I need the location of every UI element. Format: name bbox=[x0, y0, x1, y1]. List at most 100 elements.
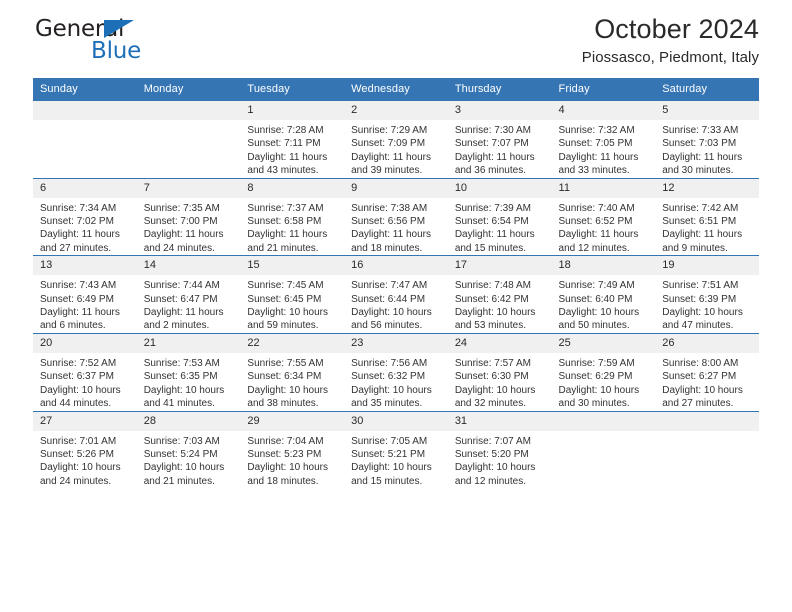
calendar-day-cell[interactable]: 5 Sunrise: 7:33 AM Sunset: 7:03 PM Daylight… bbox=[655, 100, 759, 179]
daylight-text: and 12 minutes. bbox=[558, 242, 630, 254]
calendar-day-cell[interactable]: 22 Sunrise: 7:55 AM Sunset: 6:34 PM Dayligh… bbox=[240, 332, 345, 411]
calendar-day-cell-empty bbox=[551, 410, 656, 489]
calendar-day-cell[interactable]: 24 Sunrise: 7:57 AM Sunset: 6:30 PM Dayligh… bbox=[447, 332, 552, 411]
calendar-day-cell[interactable]: 9 Sunrise: 7:38 AM Sunset: 6:56 PM Daylight… bbox=[344, 177, 448, 256]
calendar-day-cell[interactable]: 17 Sunrise: 7:48 AM Sunset: 6:42 PM Dayligh… bbox=[447, 255, 552, 334]
sunrise-text: Sunrise: 7:30 AM bbox=[454, 125, 531, 136]
sunrise-text: Sunrise: 7:56 AM bbox=[351, 357, 428, 369]
logo-text-blue: Blue bbox=[91, 38, 142, 64]
daylight-text: Daylight: 11 hours bbox=[558, 151, 639, 163]
daylight-text: Daylight: 10 hours bbox=[662, 307, 743, 319]
calendar-day-cell[interactable]: 6 Sunrise: 7:34 AM Sunset: 7:02 PM Daylight… bbox=[33, 177, 137, 256]
day-details: Sunrise: 7:39 AM Sunset: 6:54 PM Daylight:… bbox=[448, 198, 552, 256]
sunset-text: Sunset: 6:44 PM bbox=[351, 293, 426, 305]
sunrise-text: Sunrise: 7:39 AM bbox=[454, 202, 531, 214]
calendar-day-cell[interactable]: 21 Sunrise: 7:53 AM Sunset: 6:35 PM Dayligh… bbox=[136, 332, 241, 411]
daylight-text: and 56 minutes. bbox=[351, 320, 423, 332]
calendar-day-cell[interactable]: 25 Sunrise: 7:59 AM Sunset: 6:29 PM Dayligh… bbox=[551, 332, 656, 411]
calendar-day-cell[interactable]: 16 Sunrise: 7:47 AM Sunset: 6:44 PM Dayligh… bbox=[344, 255, 448, 334]
calendar-body: 1 Sunrise: 7:28 AM Sunset: 7:11 PM Daylight… bbox=[33, 100, 759, 489]
day-details: Sunrise: 7:49 AM Sunset: 6:40 PM Daylight:… bbox=[552, 275, 656, 333]
day-number: 21 bbox=[136, 333, 241, 353]
day-details: Sunrise: 7:59 AM Sunset: 6:29 PM Daylight:… bbox=[552, 353, 656, 411]
day-number: 6 bbox=[33, 178, 137, 198]
day-number bbox=[655, 411, 759, 431]
daylight-text: and 12 minutes. bbox=[454, 475, 526, 487]
daylight-text: and 35 minutes. bbox=[351, 398, 423, 410]
calendar-day-cell[interactable]: 13 Sunrise: 7:43 AM Sunset: 6:49 PM Dayligh… bbox=[33, 255, 137, 334]
day-number: 8 bbox=[240, 178, 345, 198]
day-number: 31 bbox=[447, 411, 552, 431]
calendar-day-cell[interactable]: 15 Sunrise: 7:45 AM Sunset: 6:45 PM Dayligh… bbox=[240, 255, 345, 334]
weekday-header-saturday: Saturday bbox=[655, 78, 759, 101]
daylight-text: Daylight: 10 hours bbox=[351, 307, 432, 319]
daylight-text: and 24 minutes. bbox=[143, 242, 215, 254]
day-details: Sunrise: 7:33 AM Sunset: 7:03 PM Daylight:… bbox=[655, 120, 759, 178]
calendar-day-cell[interactable]: 11 Sunrise: 7:40 AM Sunset: 6:52 PM Dayligh… bbox=[551, 177, 656, 256]
sunset-text: Sunset: 5:26 PM bbox=[40, 448, 114, 460]
general-blue-logo[interactable]: General Blue bbox=[33, 18, 243, 70]
sunset-text: Sunset: 6:27 PM bbox=[662, 371, 737, 383]
sunset-text: Sunset: 5:20 PM bbox=[454, 448, 529, 460]
sunrise-text: Sunrise: 7:04 AM bbox=[247, 435, 324, 447]
daylight-text: and 30 minutes. bbox=[662, 165, 734, 177]
sunset-text: Sunset: 6:29 PM bbox=[558, 371, 633, 383]
day-details: Sunrise: 7:28 AM Sunset: 7:11 PM Daylight:… bbox=[240, 120, 344, 178]
calendar-day-cell[interactable]: 1 Sunrise: 7:28 AM Sunset: 7:11 PM Daylight… bbox=[240, 100, 345, 179]
daylight-text: and 38 minutes. bbox=[247, 398, 319, 410]
calendar-day-cell[interactable]: 10 Sunrise: 7:39 AM Sunset: 6:54 PM Dayligh… bbox=[447, 177, 552, 256]
daylight-text: Daylight: 11 hours bbox=[351, 151, 431, 163]
daylight-text: and 32 minutes. bbox=[454, 398, 526, 410]
day-number: 9 bbox=[344, 178, 448, 198]
sunset-text: Sunset: 6:34 PM bbox=[247, 371, 322, 383]
day-number: 24 bbox=[447, 333, 552, 353]
day-number: 5 bbox=[655, 101, 759, 120]
sunset-text: Sunset: 7:07 PM bbox=[454, 138, 529, 150]
calendar-day-cell[interactable]: 29 Sunrise: 7:04 AM Sunset: 5:23 PM Dayligh… bbox=[240, 410, 345, 489]
sunrise-text: Sunrise: 7:43 AM bbox=[40, 280, 117, 292]
calendar-day-cell[interactable]: 2 Sunrise: 7:29 AM Sunset: 7:09 PM Daylight… bbox=[344, 100, 448, 179]
weekday-header-row: Sunday Monday Tuesday Wednesday Thursday Frid… bbox=[33, 78, 759, 101]
calendar-day-cell[interactable]: 19 Sunrise: 7:51 AM Sunset: 6:39 PM Dayligh… bbox=[655, 255, 759, 334]
page-header: General Blue October 2024 Piossasco, Pie… bbox=[33, 0, 759, 72]
calendar-header-row: Sunday Monday Tuesday Wednesday Thursday Frid… bbox=[33, 78, 759, 101]
calendar-day-cell[interactable]: 26 Sunrise: 8:00 AM Sunset: 6:27 PM Dayligh… bbox=[655, 332, 759, 411]
day-details: Sunrise: 7:43 AM Sunset: 6:49 PM Daylight:… bbox=[33, 275, 137, 333]
calendar-day-cell[interactable]: 18 Sunrise: 7:49 AM Sunset: 6:40 PM Dayligh… bbox=[551, 255, 656, 334]
daylight-text: and 6 minutes. bbox=[40, 320, 106, 332]
day-details: Sunrise: 7:52 AM Sunset: 6:37 PM Daylight:… bbox=[33, 353, 137, 411]
calendar-day-cell[interactable]: 20 Sunrise: 7:52 AM Sunset: 6:37 PM Dayligh… bbox=[33, 332, 137, 411]
day-details: Sunrise: 7:37 AM Sunset: 6:58 PM Daylight:… bbox=[240, 198, 344, 256]
daylight-text: Daylight: 11 hours bbox=[40, 229, 120, 241]
calendar-day-cell[interactable]: 28 Sunrise: 7:03 AM Sunset: 5:24 PM Dayligh… bbox=[136, 410, 241, 489]
calendar-day-cell[interactable]: 4 Sunrise: 7:32 AM Sunset: 7:05 PM Daylight… bbox=[551, 100, 656, 179]
daylight-text: Daylight: 10 hours bbox=[558, 384, 640, 396]
daylight-text: and 15 minutes. bbox=[454, 242, 526, 254]
calendar-day-cell[interactable]: 14 Sunrise: 7:44 AM Sunset: 6:47 PM Dayligh… bbox=[136, 255, 241, 334]
sunrise-text: Sunrise: 7:37 AM bbox=[247, 202, 324, 214]
sunrise-text: Sunrise: 7:57 AM bbox=[454, 357, 531, 369]
calendar-day-cell[interactable]: 3 Sunrise: 7:30 AM Sunset: 7:07 PM Daylight… bbox=[447, 100, 552, 179]
day-number: 13 bbox=[33, 256, 137, 276]
daylight-text: Daylight: 10 hours bbox=[558, 307, 640, 319]
day-details: Sunrise: 7:03 AM Sunset: 5:24 PM Daylight:… bbox=[137, 431, 241, 489]
daylight-text: Daylight: 10 hours bbox=[454, 462, 536, 474]
sunset-text: Sunset: 6:52 PM bbox=[558, 216, 633, 228]
calendar-day-cell[interactable]: 31 Sunrise: 7:07 AM Sunset: 5:20 PM Dayligh… bbox=[447, 410, 552, 489]
calendar-day-cell[interactable]: 7 Sunrise: 7:35 AM Sunset: 7:00 PM Daylight… bbox=[136, 177, 241, 256]
calendar-day-cell[interactable]: 23 Sunrise: 7:56 AM Sunset: 6:32 PM Dayligh… bbox=[344, 332, 448, 411]
day-number: 1 bbox=[240, 101, 345, 120]
sunrise-text: Sunrise: 7:49 AM bbox=[558, 280, 635, 292]
daylight-text: and 43 minutes. bbox=[247, 165, 319, 177]
calendar-day-cell[interactable]: 8 Sunrise: 7:37 AM Sunset: 6:58 PM Daylight… bbox=[240, 177, 345, 256]
sunset-text: Sunset: 5:21 PM bbox=[351, 448, 426, 460]
weekday-header-thursday: Thursday bbox=[447, 78, 552, 101]
day-number: 12 bbox=[655, 178, 759, 198]
calendar-day-cell[interactable]: 30 Sunrise: 7:05 AM Sunset: 5:21 PM Dayligh… bbox=[344, 410, 448, 489]
sunrise-text: Sunrise: 7:47 AM bbox=[351, 280, 428, 292]
sunrise-text: Sunrise: 7:32 AM bbox=[558, 125, 635, 136]
calendar-day-cell[interactable]: 12 Sunrise: 7:42 AM Sunset: 6:51 PM Dayligh… bbox=[655, 177, 759, 256]
daylight-text: Daylight: 10 hours bbox=[143, 462, 225, 474]
calendar-day-cell[interactable]: 27 Sunrise: 7:01 AM Sunset: 5:26 PM Dayligh… bbox=[33, 410, 137, 489]
day-number: 29 bbox=[240, 411, 345, 431]
